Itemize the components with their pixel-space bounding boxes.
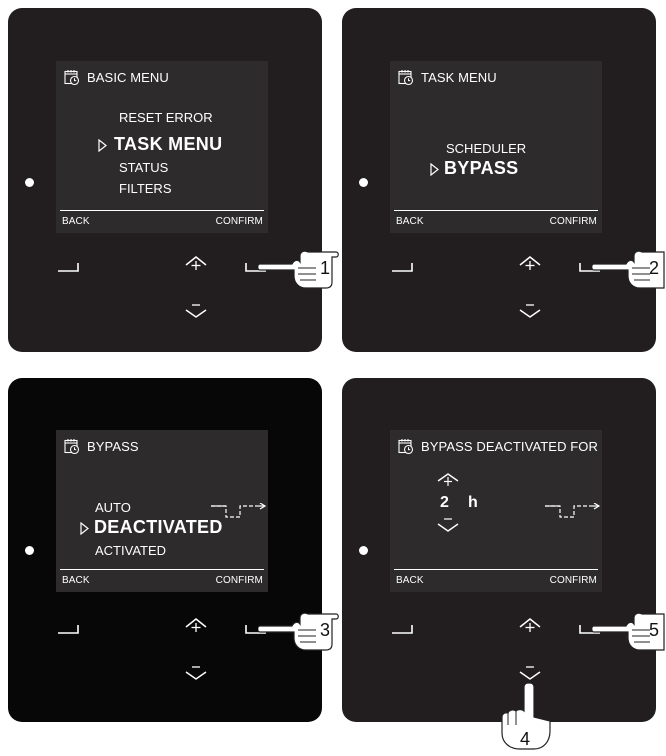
pointing-up-hand-icon: 4 bbox=[500, 681, 554, 756]
display-screen: BASIC MENU RESET ERROR TASK MENU STATUS … bbox=[56, 61, 268, 233]
screen-title: BYPASS bbox=[87, 439, 139, 454]
display-screen: BYPASS AUTO DEACTIVATED ACTIVATED BACK C… bbox=[56, 430, 268, 592]
back-button[interactable] bbox=[391, 624, 413, 634]
duration-value[interactable]: 2 bbox=[440, 494, 450, 512]
softkey-label-confirm: CONFIRM bbox=[549, 216, 597, 227]
menu-item-task-menu[interactable]: TASK MENU bbox=[114, 134, 222, 155]
step-number: 3 bbox=[320, 620, 331, 640]
menu-item-auto[interactable]: AUTO bbox=[95, 500, 131, 515]
softkey-label-confirm: CONFIRM bbox=[215, 575, 263, 586]
pointing-hand-icon: 2 bbox=[591, 238, 666, 297]
status-led bbox=[359, 178, 368, 187]
screen-title: TASK MENU bbox=[421, 70, 497, 85]
panel-basic-menu: BASIC MENU RESET ERROR TASK MENU STATUS … bbox=[8, 8, 322, 352]
back-button[interactable] bbox=[57, 624, 79, 634]
calendar-clock-icon bbox=[398, 439, 414, 455]
menu-item-activated[interactable]: ACTIVATED bbox=[95, 543, 166, 558]
softkey-divider bbox=[60, 569, 264, 571]
down-minus-button[interactable] bbox=[517, 303, 543, 319]
display-screen: TASK MENU SCHEDULER BYPASS BACK CONFIRM bbox=[390, 61, 602, 233]
value-up-arrow-icon bbox=[437, 473, 459, 486]
up-plus-button[interactable] bbox=[517, 617, 543, 633]
softkey-divider bbox=[394, 569, 598, 571]
back-button[interactable] bbox=[391, 262, 413, 272]
duration-unit: h bbox=[468, 494, 479, 511]
pointing-hand-icon: 5 bbox=[591, 600, 666, 659]
step-number: 5 bbox=[649, 620, 660, 640]
softkey-divider bbox=[60, 210, 264, 212]
calendar-clock-icon bbox=[398, 70, 414, 86]
menu-item-reset-error[interactable]: RESET ERROR bbox=[119, 110, 213, 125]
selection-caret-icon bbox=[98, 139, 107, 152]
value-down-arrow-icon bbox=[437, 518, 459, 532]
bypass-valve-symbol bbox=[211, 503, 267, 518]
selection-caret-icon bbox=[80, 522, 89, 535]
display-screen: BYPASS DEACTIVATED FOR 2 h BACK CONFIRM bbox=[390, 430, 602, 592]
panel-task-menu: TASK MENU SCHEDULER BYPASS BACK CONFIRM bbox=[342, 8, 656, 352]
pointing-hand-icon: 1 bbox=[257, 238, 340, 297]
softkey-label-back: BACK bbox=[62, 575, 90, 586]
status-led bbox=[25, 546, 34, 555]
menu-item-scheduler[interactable]: SCHEDULER bbox=[446, 141, 526, 156]
calendar-clock-icon bbox=[64, 439, 80, 455]
pointing-hand-icon: 3 bbox=[257, 600, 340, 659]
header: BYPASS DEACTIVATED FOR bbox=[398, 438, 598, 455]
down-minus-button[interactable] bbox=[183, 303, 209, 319]
down-minus-button[interactable] bbox=[183, 665, 209, 681]
menu-item-filters[interactable]: FILTERS bbox=[119, 181, 172, 196]
screen-title: BYPASS DEACTIVATED FOR bbox=[421, 439, 599, 454]
status-led bbox=[25, 178, 34, 187]
softkey-label-back: BACK bbox=[62, 216, 90, 227]
header: BASIC MENU bbox=[64, 69, 169, 86]
step-number: 2 bbox=[649, 258, 660, 278]
softkey-label-back: BACK bbox=[396, 575, 424, 586]
header: BYPASS bbox=[64, 438, 139, 455]
up-plus-button[interactable] bbox=[183, 255, 209, 271]
softkey-label-back: BACK bbox=[396, 216, 424, 227]
up-plus-button[interactable] bbox=[183, 617, 209, 633]
menu-item-status[interactable]: STATUS bbox=[119, 160, 168, 175]
panel-bypass: BYPASS AUTO DEACTIVATED ACTIVATED BACK C… bbox=[8, 378, 322, 722]
step-number: 4 bbox=[520, 729, 531, 749]
menu-item-deactivated[interactable]: DEACTIVATED bbox=[94, 517, 223, 538]
softkey-label-confirm: CONFIRM bbox=[549, 575, 597, 586]
back-button[interactable] bbox=[57, 262, 79, 272]
header: TASK MENU bbox=[398, 69, 497, 86]
menu-item-bypass[interactable]: BYPASS bbox=[444, 158, 519, 179]
screen-title: BASIC MENU bbox=[87, 70, 169, 85]
step-number: 1 bbox=[320, 258, 331, 278]
down-minus-button[interactable] bbox=[517, 665, 543, 681]
calendar-clock-icon bbox=[64, 70, 80, 86]
softkey-divider bbox=[394, 210, 598, 212]
bypass-valve-symbol bbox=[545, 503, 601, 518]
status-led bbox=[359, 546, 368, 555]
selection-caret-icon bbox=[430, 163, 439, 176]
softkey-label-confirm: CONFIRM bbox=[215, 216, 263, 227]
panel-bypass-deactivated-for: BYPASS DEACTIVATED FOR 2 h BACK CONFIRM bbox=[342, 378, 656, 722]
up-plus-button[interactable] bbox=[517, 255, 543, 271]
